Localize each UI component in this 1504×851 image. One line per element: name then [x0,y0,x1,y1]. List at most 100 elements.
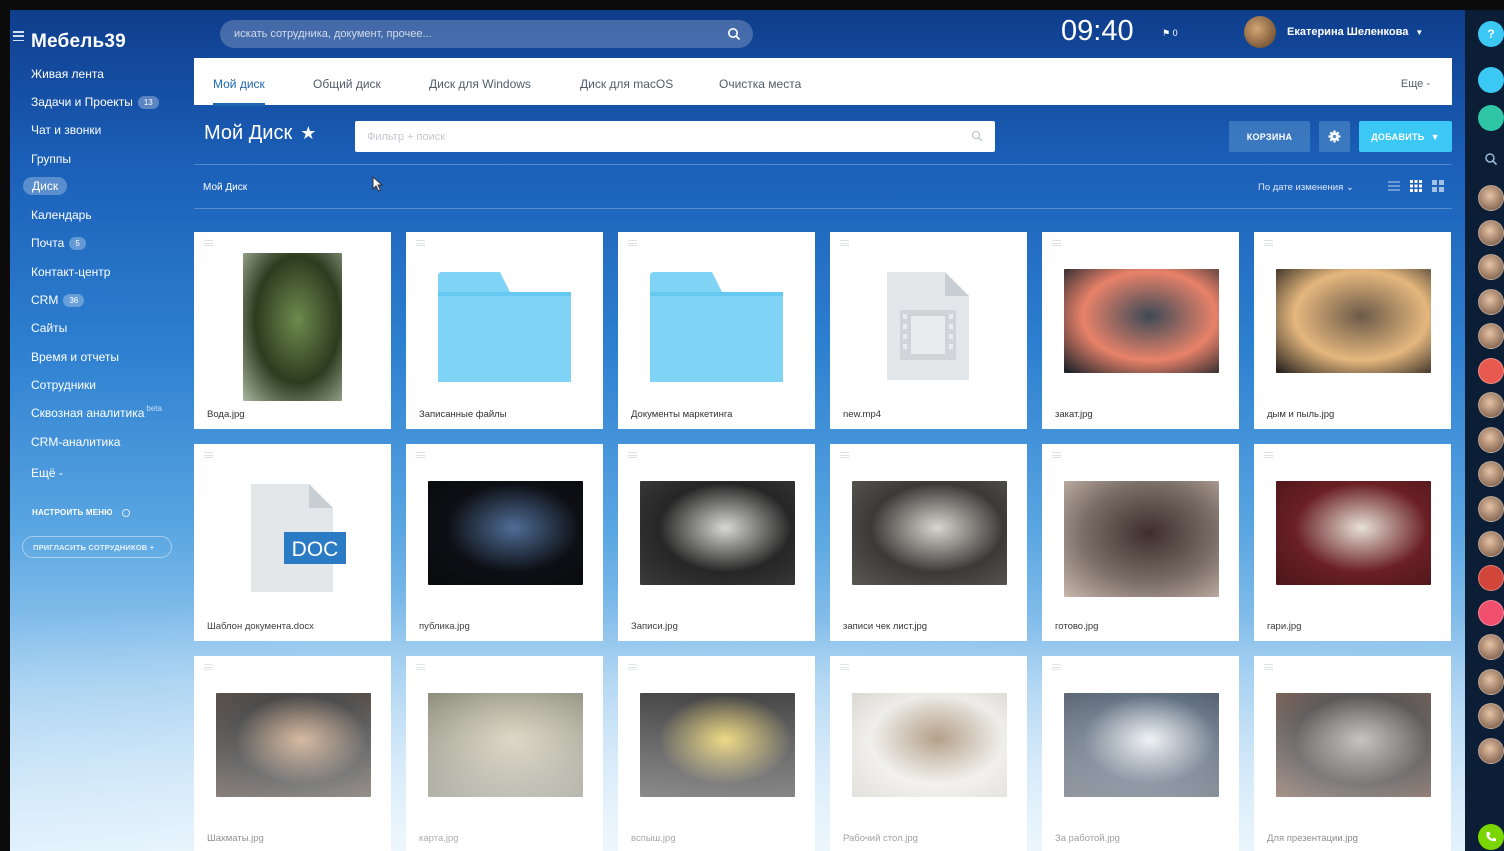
contact-avatar[interactable] [1478,669,1504,695]
drag-handle-icon[interactable] [1264,664,1273,670]
contact-avatar[interactable] [1478,254,1504,280]
filter-input[interactable] [367,130,947,143]
sort-dropdown[interactable]: По дате изменения ⌄ [1258,182,1354,193]
file-item[interactable]: вспыш.jpg [618,656,815,851]
contact-avatar[interactable] [1478,461,1504,487]
contact-avatar[interactable] [1478,358,1504,384]
search-input[interactable] [234,28,714,40]
drag-handle-icon[interactable] [628,664,637,670]
contact-avatar[interactable] [1478,392,1504,418]
drag-handle-icon[interactable] [1052,452,1061,458]
folder-item[interactable]: Документы маркетинга [618,232,815,429]
contact-avatar[interactable] [1478,565,1504,591]
chat-icon[interactable] [1478,105,1504,131]
drag-handle-icon[interactable] [840,240,849,246]
list-view-icon[interactable] [1388,181,1400,191]
tile-view-icon[interactable] [1432,180,1444,192]
file-item[interactable]: публика.jpg [406,444,603,641]
sidebar-item-employees[interactable]: Сотрудники [31,378,96,392]
sidebar-item-calendar[interactable]: Календарь [31,208,92,222]
sidebar-item-crm-analytics[interactable]: CRM-аналитика [31,435,120,449]
file-item[interactable]: готово.jpg [1042,444,1239,641]
contact-avatar[interactable] [1478,220,1504,246]
file-item[interactable]: Рабочий стол.jpg [830,656,1027,851]
trash-button[interactable]: КОРЗИНА [1229,121,1310,152]
drag-handle-icon[interactable] [1264,452,1273,458]
contact-avatar[interactable] [1478,738,1504,764]
sidebar-item-analytics[interactable]: Сквозная аналитика beta [31,404,162,421]
drag-handle-icon[interactable] [204,664,213,670]
file-item[interactable]: new.mp4 [830,232,1027,429]
sidebar-item-disk[interactable]: Диск [23,177,68,195]
clock[interactable]: 09:40 [1061,15,1134,48]
settings-button[interactable] [1319,121,1350,152]
drag-handle-icon[interactable] [416,664,425,670]
drag-handle-icon[interactable] [628,240,637,246]
file-item[interactable]: карта.jpg [406,656,603,851]
tabs-more-button[interactable]: Еще - [1401,78,1430,90]
grid-view-icon[interactable] [1410,180,1422,192]
configure-menu-button[interactable]: НАСТРОИТЬ МЕНЮ [32,508,130,517]
search-icon[interactable] [971,130,983,142]
user-menu[interactable]: Екатерина Шеленкова ▼ [1244,16,1423,48]
drag-handle-icon[interactable] [628,452,637,458]
contact-avatar[interactable] [1478,600,1504,626]
file-item[interactable]: Для презентации.jpg [1254,656,1451,851]
file-item[interactable]: Шахматы.jpg [194,656,391,851]
drag-handle-icon[interactable] [840,664,849,670]
file-item[interactable]: DOC Шаблон документа.docx [194,444,391,641]
contact-avatar[interactable] [1478,531,1504,557]
file-item[interactable]: гари.jpg [1254,444,1451,641]
phone-icon[interactable] [1478,824,1504,850]
global-search[interactable] [220,20,753,48]
tab-disk-windows[interactable]: Диск для Windows [429,77,531,91]
file-item[interactable]: закат.jpg [1042,232,1239,429]
invite-employees-button[interactable]: ПРИГЛАСИТЬ СОТРУДНИКОВ + [22,536,172,558]
work-day-flag[interactable]: ⚑ 0 [1162,28,1178,39]
sidebar-item-tasks[interactable]: Задачи и Проекты 13 [31,95,159,109]
drag-handle-icon[interactable] [416,452,425,458]
contact-avatar[interactable] [1478,703,1504,729]
filter-search[interactable] [355,121,995,152]
drag-handle-icon[interactable] [840,452,849,458]
search-icon[interactable] [1478,146,1504,172]
file-item[interactable]: Записи.jpg [618,444,815,641]
contact-avatar[interactable] [1478,323,1504,349]
bell-icon[interactable] [1478,67,1504,93]
search-icon[interactable] [727,27,741,41]
drag-handle-icon[interactable] [416,240,425,246]
contact-avatar[interactable] [1478,185,1504,211]
tab-my-disk[interactable]: Мой диск [213,77,265,106]
sidebar-item-chat[interactable]: Чат и звонки [31,123,101,137]
drag-handle-icon[interactable] [204,452,213,458]
breadcrumb[interactable]: Мой Диск [203,182,247,193]
drag-handle-icon[interactable] [1052,664,1061,670]
contact-avatar[interactable] [1478,634,1504,660]
menu-icon[interactable] [13,31,24,41]
sidebar-item-feed[interactable]: Живая лента [31,67,104,81]
sidebar-item-contact-center[interactable]: Контакт-центр [31,265,110,279]
drag-handle-icon[interactable] [1052,240,1061,246]
sidebar-item-mail[interactable]: Почта 5 [31,236,86,250]
tab-cleanup[interactable]: Очистка места [719,77,801,91]
sidebar-item-sites[interactable]: Сайты [31,321,67,335]
drag-handle-icon[interactable] [1264,240,1273,246]
contact-avatar[interactable] [1478,427,1504,453]
sidebar-item-time[interactable]: Время и отчеты [31,350,119,364]
add-button[interactable]: ДОБАВИТЬ ▼ [1359,121,1452,152]
help-icon[interactable]: ? [1478,21,1504,47]
sidebar-item-groups[interactable]: Группы [31,152,71,166]
file-item[interactable]: записи чек лист.jpg [830,444,1027,641]
file-item[interactable]: За работой.jpg [1042,656,1239,851]
contact-avatar[interactable] [1478,496,1504,522]
file-item[interactable]: Вода.jpg [194,232,391,429]
drag-handle-icon[interactable] [204,240,213,246]
sidebar-item-crm[interactable]: CRM 36 [31,293,85,307]
logo[interactable]: Мебель39 [31,31,126,53]
folder-item[interactable]: Записанные файлы [406,232,603,429]
file-item[interactable]: дым и пыль.jpg [1254,232,1451,429]
contact-avatar[interactable] [1478,289,1504,315]
sidebar-item-more[interactable]: Ещё - [31,466,63,480]
tab-shared-disk[interactable]: Общий диск [313,77,381,91]
star-icon[interactable]: ★ [300,123,316,144]
